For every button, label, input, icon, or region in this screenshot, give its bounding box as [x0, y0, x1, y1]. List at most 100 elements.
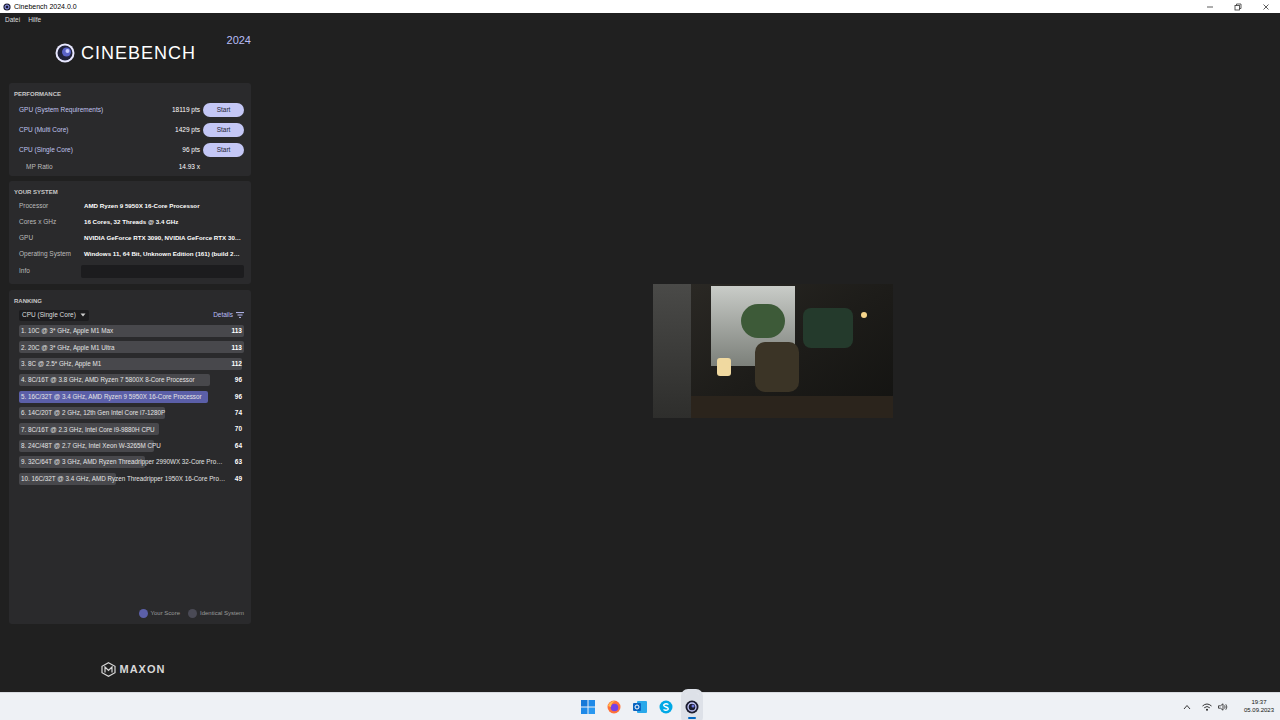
taskbar-app[interactable] — [633, 693, 647, 720]
maxon-brand: MAXON — [120, 661, 166, 678]
system-row: GPUNVIDIA GeForce RTX 3090, NVIDIA GeFor… — [14, 230, 244, 246]
ranking-row[interactable]: 5. 16C/32T @ 3.4 GHz, AMD Ryzen 9 5950X … — [19, 391, 244, 403]
ranking-row[interactable]: 10. 16C/32T @ 3.4 GHz, AMD Ryzen Threadr… — [19, 473, 244, 485]
taskbar-app[interactable] — [607, 693, 621, 720]
outlook-icon — [633, 700, 647, 714]
ranking-score: 112 — [228, 359, 244, 369]
ranking-row[interactable]: 9. 32C/64T @ 3 GHz, AMD Ryzen Threadripp… — [19, 456, 244, 468]
panel-heading: PERFORMANCE — [14, 88, 244, 100]
clock-date: 05.09.2023 — [1244, 707, 1274, 715]
ranking-label: 4. 8C/16T @ 3.8 GHz, AMD Ryzen 7 5800X 8… — [19, 375, 228, 384]
menu-bar: Datei Hilfe — [0, 13, 1280, 27]
preview-candle — [861, 312, 867, 318]
legend-label: Your Score — [151, 609, 180, 618]
ranking-label: 3. 8C @ 2.5* GHz, Apple M1 — [19, 359, 228, 368]
taskbar-app[interactable] — [685, 693, 699, 720]
info-field[interactable] — [81, 265, 244, 278]
chevron-up-icon[interactable] — [1183, 704, 1191, 710]
ranking-row[interactable]: 8. 24C/48T @ 2.7 GHz, Intel Xeon W-3265M… — [19, 440, 244, 452]
benchmark-score: 96 pts — [182, 145, 200, 155]
window-controls — [1196, 0, 1280, 13]
performance-panel: PERFORMANCEGPU (System Requirements)1811… — [9, 83, 251, 176]
ranking-panel: RANKING CPU (Single Core) Details 1. 10C @ … — [9, 290, 251, 624]
ranking-score: 113 — [228, 326, 244, 336]
start-button[interactable]: Start — [203, 123, 244, 137]
system-label: Operating System — [19, 249, 84, 259]
benchmark-row: GPU (System Requirements)18119 ptsStart — [14, 100, 244, 120]
start-button[interactable]: Start — [203, 143, 244, 157]
system-label: Info — [19, 266, 81, 276]
system-panel: YOUR SYSTEMProcessorAMD Ryzen 9 5950X 16… — [9, 181, 251, 284]
taskbar: 19:3705.09.2023 — [0, 692, 1280, 720]
logo-text: CINEBENCH — [81, 44, 196, 62]
close-icon[interactable] — [1252, 0, 1280, 13]
ranking-label: 9. 32C/64T @ 3 GHz, AMD Ryzen Threadripp… — [19, 457, 228, 466]
sidebar: CINEBENCH 2024 PERFORMANCEGPU (System Requ… — [9, 27, 251, 692]
preview-floor — [691, 396, 893, 418]
legend-item: Identical System — [188, 609, 244, 618]
menu-item[interactable]: Datei — [5, 17, 20, 24]
maxon-logo-icon — [101, 662, 116, 677]
details-label: Details — [213, 310, 233, 320]
taskbar-app[interactable] — [659, 693, 673, 720]
ranking-row[interactable]: 7. 8C/16T @ 2.3 GHz, Intel Core i9-9880H… — [19, 423, 244, 435]
taskbar-app[interactable] — [581, 693, 595, 720]
ranking-score: 63 — [228, 457, 244, 467]
cinebench-logo: CINEBENCH — [55, 43, 196, 63]
wifi-icon[interactable] — [1202, 703, 1212, 711]
menu-item[interactable]: Hilfe — [28, 17, 41, 24]
ranking-score: 64 — [228, 441, 244, 451]
taskbar-apps — [581, 693, 699, 720]
main-area: CINEBENCH 2024 PERFORMANCEGPU (System Requ… — [0, 27, 1280, 692]
volume-icon[interactable] — [1218, 703, 1228, 711]
legend-label: Identical System — [200, 609, 244, 618]
render-viewport — [251, 27, 1280, 692]
minimize-icon[interactable] — [1196, 0, 1224, 13]
ranking-label: 2. 20C @ 3* GHz, Apple M1 Ultra — [19, 343, 228, 352]
render-preview — [653, 284, 893, 418]
benchmark-score: 1429 pts — [175, 125, 200, 135]
benchmark-label: CPU (Multi Core) — [19, 125, 175, 135]
system-row: Cores x GHz16 Cores, 32 Threads @ 3.4 GH… — [14, 214, 244, 230]
ranking-label: 6. 14C/20T @ 2 GHz, 12th Gen Intel Core … — [19, 408, 228, 417]
ranking-row[interactable]: 1. 10C @ 3* GHz, Apple M1 Max113 — [19, 325, 244, 337]
maxon-logo: MAXON — [9, 624, 251, 692]
ranking-row[interactable]: 2. 20C @ 3* GHz, Apple M1 Ultra113 — [19, 341, 244, 353]
ranking-label: 5. 16C/32T @ 3.4 GHz, AMD Ryzen 9 5950X … — [19, 392, 228, 401]
dropdown-value: CPU (Single Core) — [22, 310, 76, 320]
ranking-label: 8. 24C/48T @ 2.7 GHz, Intel Xeon W-3265M… — [19, 441, 228, 450]
preview-lamp — [717, 358, 731, 376]
benchmark-row: CPU (Multi Core)1429 ptsStart — [14, 120, 244, 140]
restore-icon[interactable] — [1224, 0, 1252, 13]
logo-year: 2024 — [227, 35, 251, 46]
legend-dot — [139, 609, 148, 618]
logo-area: CINEBENCH 2024 — [9, 27, 251, 83]
filter-icon — [236, 312, 244, 318]
ranking-dropdown[interactable]: CPU (Single Core) — [19, 310, 89, 321]
clock[interactable]: 19:3705.09.2023 — [1244, 699, 1274, 714]
ranking-score: 96 — [228, 375, 244, 385]
ranking-score: 49 — [228, 474, 244, 484]
system-value: 16 Cores, 32 Threads @ 3.4 GHz — [84, 217, 244, 226]
ranking-row[interactable]: 4. 8C/16T @ 3.8 GHz, AMD Ryzen 7 5800X 8… — [19, 374, 244, 386]
app-window: Cinebench 2024.0.0 Datei Hilfe CINEBENCH 2… — [0, 0, 1280, 720]
ranking-list: 1. 10C @ 3* GHz, Apple M1 Max113 2. 20C @… — [14, 325, 244, 485]
ranking-row[interactable]: 6. 14C/20T @ 2 GHz, 12th Gen Intel Core … — [19, 407, 244, 419]
details-button[interactable]: Details — [213, 310, 244, 320]
cinebench-icon — [685, 700, 699, 714]
ranking-label: 10. 16C/32T @ 3.4 GHz, AMD Ryzen Threadr… — [19, 474, 228, 483]
ranking-score: 96 — [228, 392, 244, 402]
system-label: GPU — [19, 233, 84, 243]
title-bar: Cinebench 2024.0.0 — [0, 0, 1280, 13]
start-button[interactable]: Start — [203, 103, 244, 117]
firefox-icon — [607, 700, 621, 714]
mp-ratio-value: 14.93 x — [179, 162, 200, 172]
system-label: Cores x GHz — [19, 217, 84, 227]
panel-heading: RANKING — [14, 295, 244, 307]
skype-icon — [659, 700, 673, 714]
preview-room — [691, 284, 893, 418]
ranking-row[interactable]: 3. 8C @ 2.5* GHz, Apple M1112 — [19, 358, 244, 370]
benchmark-score: 18119 pts — [172, 105, 200, 115]
panel-heading: YOUR SYSTEM — [14, 186, 244, 198]
active-indicator — [688, 717, 696, 719]
